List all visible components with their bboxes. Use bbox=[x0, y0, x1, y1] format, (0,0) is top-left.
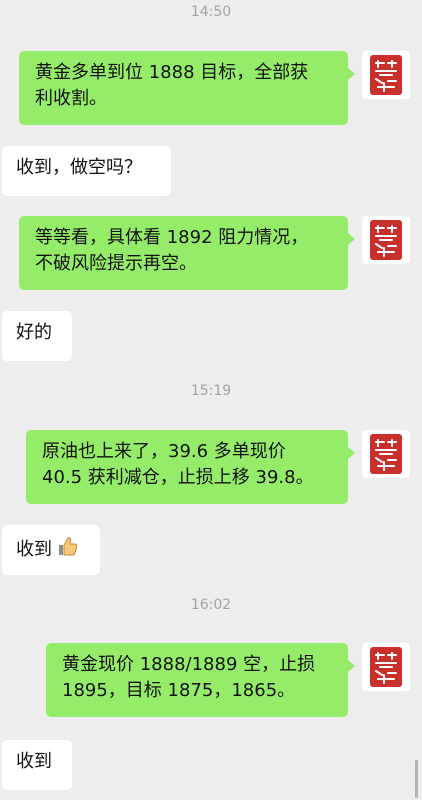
incoming-message-bubble[interactable]: 好的 bbox=[2, 311, 72, 361]
incoming-message-bubble[interactable]: 收到，做空吗？ bbox=[2, 146, 171, 196]
seal-stamp-icon bbox=[370, 434, 402, 474]
avatar[interactable] bbox=[362, 51, 410, 99]
seal-stamp-icon bbox=[370, 647, 402, 687]
avatar[interactable] bbox=[362, 643, 410, 691]
message-text-line: 黄金多单到位 1888 目标，全部获 bbox=[35, 62, 309, 83]
avatar[interactable] bbox=[362, 216, 410, 264]
message-text-line: 1895，目标 1875，1865。 bbox=[62, 680, 296, 701]
message-text-line: 40.5 获利减仓，止损上移 39.8。 bbox=[42, 467, 314, 488]
seal-stamp-icon bbox=[370, 55, 402, 95]
message-text-line: 等等看，具体看 1892 阻力情况， bbox=[35, 227, 309, 248]
thumbs-up-icon bbox=[56, 534, 80, 566]
avatar[interactable] bbox=[362, 430, 410, 478]
seal-stamp-icon bbox=[370, 220, 402, 260]
outgoing-message-bubble[interactable]: 等等看，具体看 1892 阻力情况， 不破风险提示再空。 bbox=[19, 216, 355, 290]
outgoing-message-bubble[interactable]: 黄金多单到位 1888 目标，全部获 利收割。 bbox=[19, 51, 355, 125]
incoming-message-bubble[interactable]: 收到 bbox=[2, 740, 72, 790]
incoming-message-bubble[interactable]: 收到 bbox=[2, 525, 100, 575]
chat-message-list[interactable]: 14:50 黄金多单到位 1888 目标，全部获 利收割。 收到，做空吗？ 等等… bbox=[0, 0, 422, 800]
message-text: 收到 bbox=[16, 539, 52, 560]
message-text-line: 黄金现价 1888/1889 空，止损 bbox=[62, 654, 316, 675]
scrollbar[interactable] bbox=[415, 760, 418, 798]
timestamp: 16:02 bbox=[190, 597, 232, 613]
message-text-line: 原油也上来了，39.6 多单现价 bbox=[42, 441, 286, 462]
message-text: 好的 bbox=[16, 322, 52, 343]
message-text-line: 不破风险提示再空。 bbox=[35, 253, 197, 274]
message-text: 收到 bbox=[16, 751, 52, 772]
message-text-line: 利收割。 bbox=[35, 88, 107, 109]
timestamp: 14:50 bbox=[190, 4, 232, 20]
timestamp: 15:19 bbox=[190, 383, 232, 399]
message-text: 收到，做空吗？ bbox=[16, 157, 142, 178]
outgoing-message-bubble[interactable]: 原油也上来了，39.6 多单现价 40.5 获利减仓，止损上移 39.8。 bbox=[26, 430, 355, 504]
outgoing-message-bubble[interactable]: 黄金现价 1888/1889 空，止损 1895，目标 1875，1865。 bbox=[46, 643, 355, 717]
